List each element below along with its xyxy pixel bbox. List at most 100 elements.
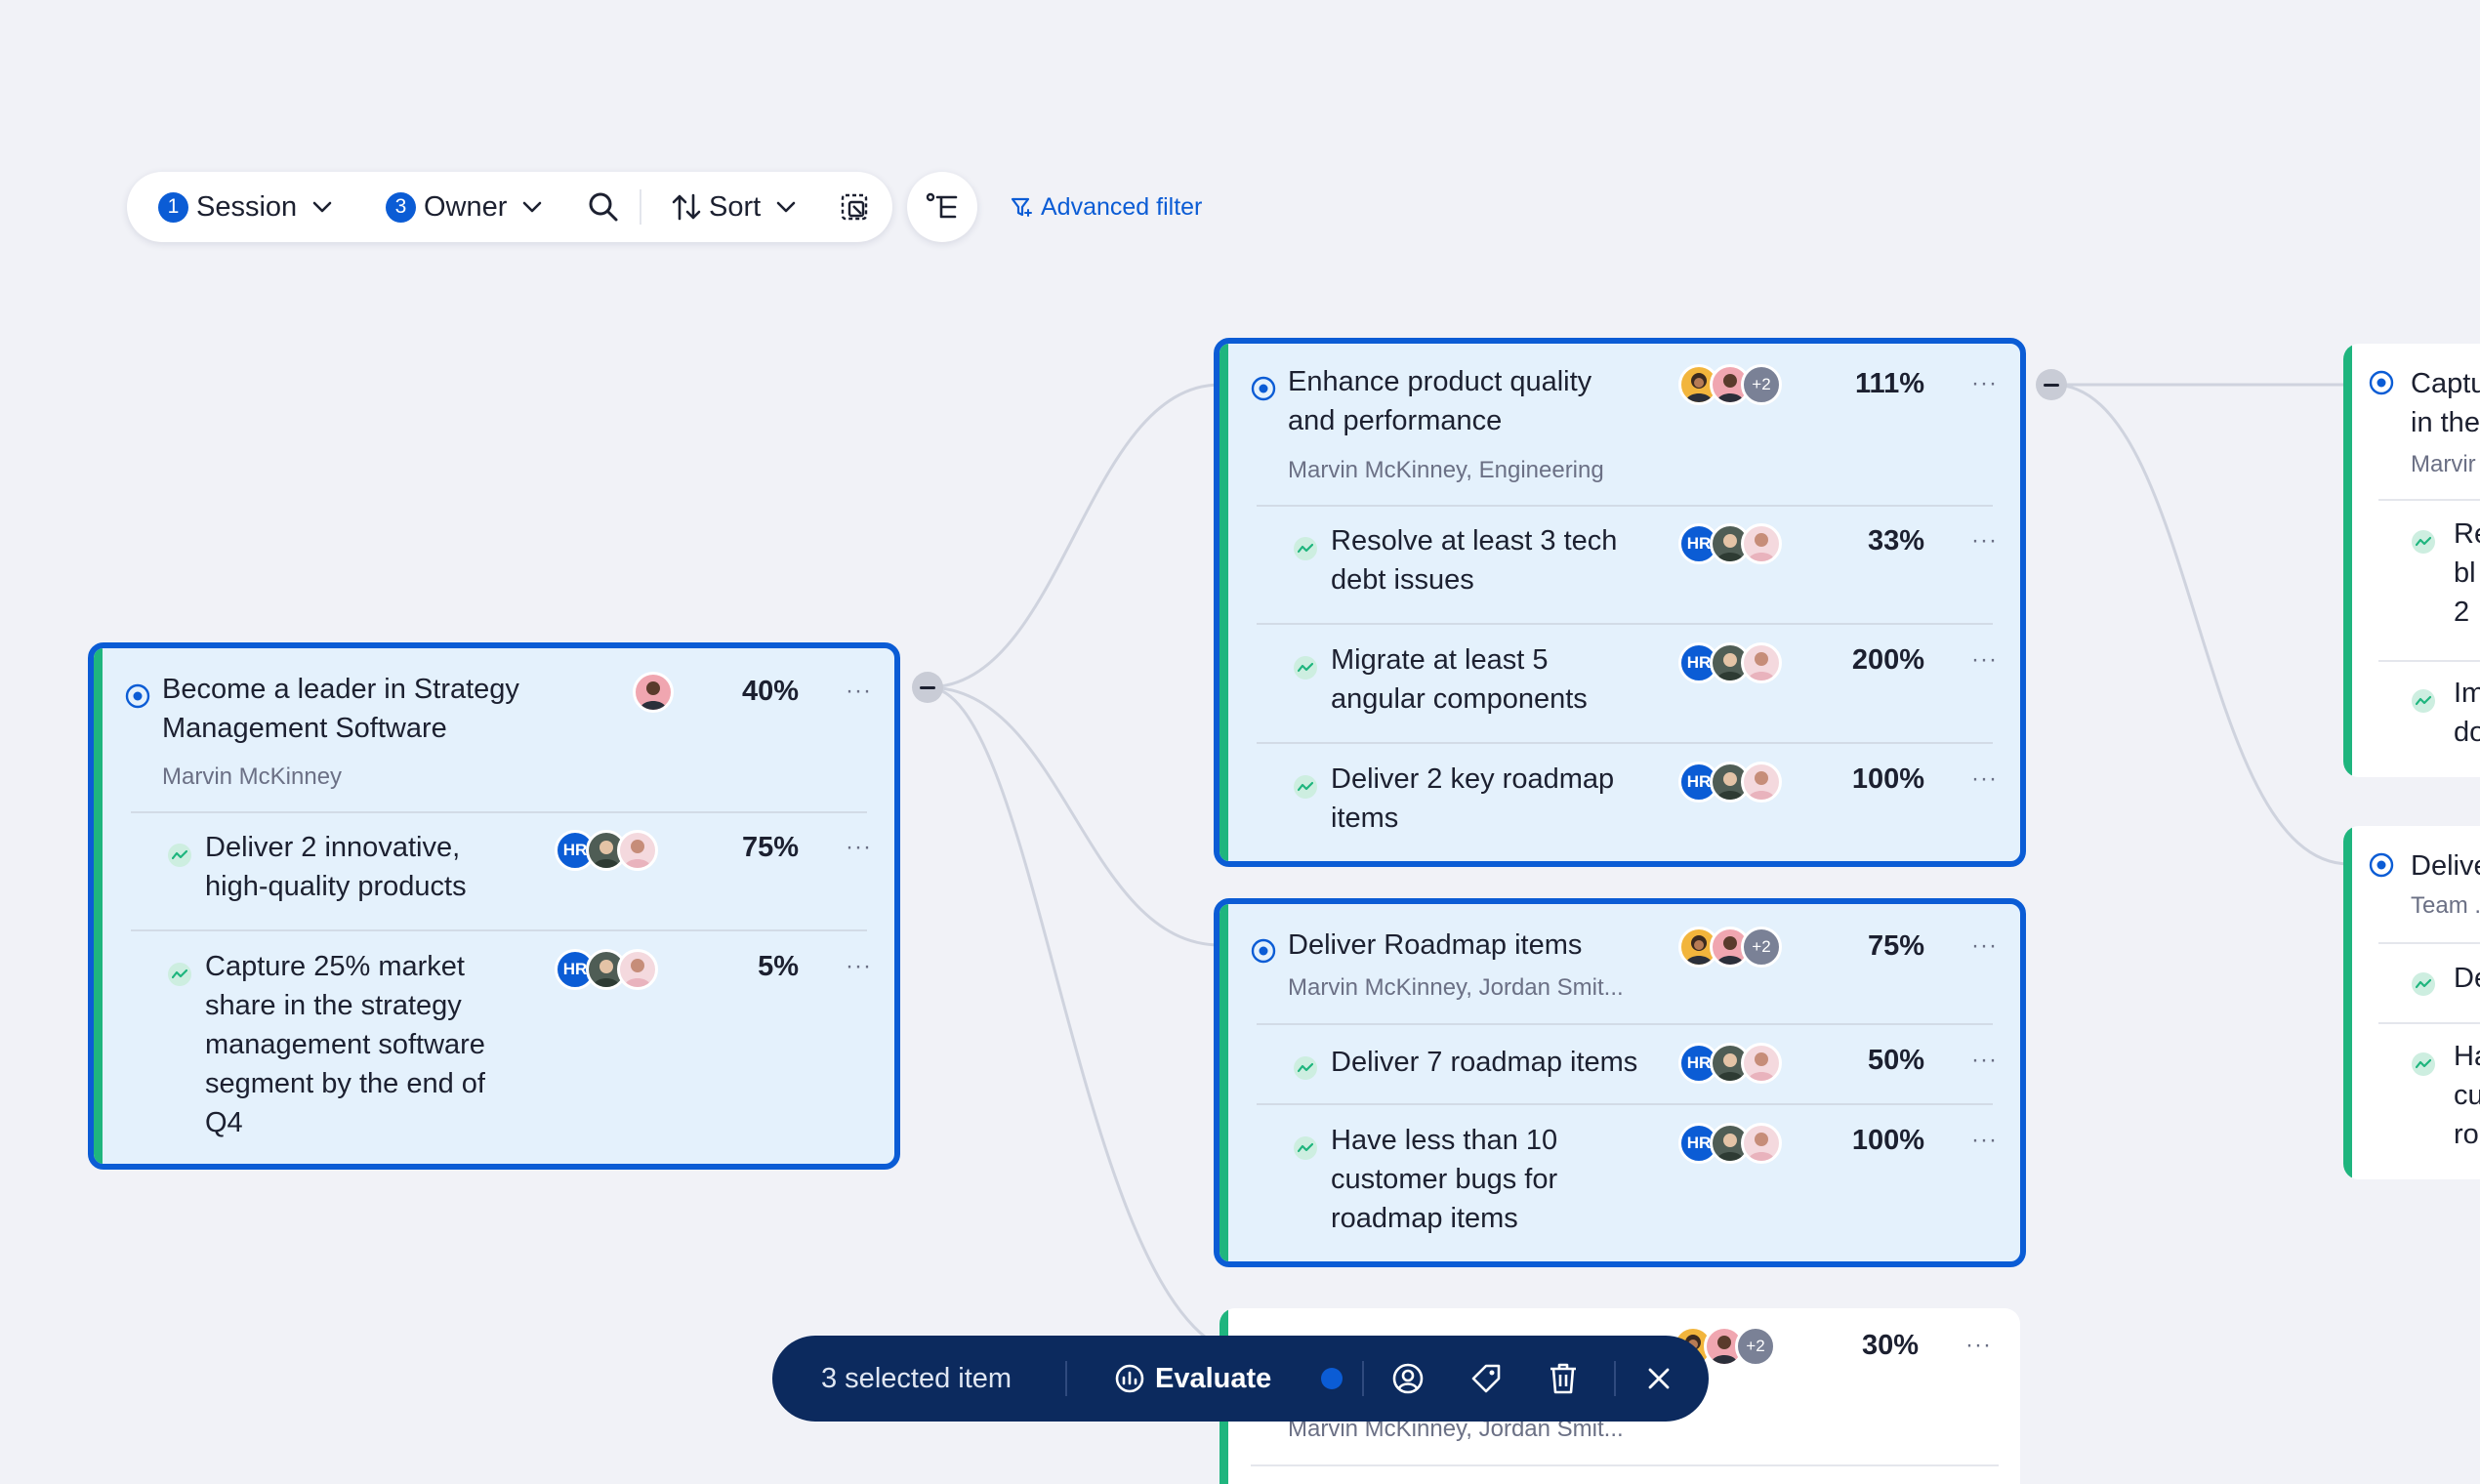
- tag-icon: [1471, 1364, 1501, 1393]
- key-result-progress: 200%: [1851, 644, 1924, 676]
- key-result-trend-icon: [2412, 530, 2435, 554]
- bar-divider: [1065, 1361, 1067, 1396]
- key-result-avatars: HR: [1678, 523, 1782, 564]
- objective-target-icon: [1251, 938, 1276, 964]
- objective-progress: 75%: [1867, 930, 1924, 962]
- more-options-button[interactable]: ···: [846, 834, 872, 861]
- objective-target-icon: [1251, 376, 1276, 401]
- key-result-title: Migrate at least 5 angular components: [1331, 644, 1588, 715]
- more-options-button[interactable]: ···: [1971, 370, 1998, 397]
- session-count-badge: 1: [158, 191, 188, 223]
- divider: [1257, 623, 1993, 625]
- objective-card-quality[interactable]: Enhance product quality and performance …: [1214, 338, 2026, 867]
- divider: [131, 811, 867, 813]
- key-result-trend-icon: [2412, 1052, 2435, 1076]
- divider: [1257, 1103, 1993, 1105]
- owner-filter-label: Owner: [424, 190, 508, 223]
- sort-label: Sort: [709, 190, 762, 223]
- objective-target-icon: [2369, 852, 2394, 878]
- objective-progress: 111%: [1855, 368, 1924, 399]
- clear-selection-button[interactable]: [1647, 1336, 1671, 1422]
- session-filter[interactable]: 1 Session: [158, 172, 332, 242]
- divider: [2378, 499, 2480, 501]
- view-options-button[interactable]: [840, 172, 869, 242]
- selection-action-bar: 3 selected item Evaluate: [772, 1336, 1709, 1422]
- key-result-title: Capture 25% market share in the strategy…: [205, 951, 485, 1138]
- advanced-filter-link[interactable]: Advanced filter: [1010, 189, 1202, 225]
- chevron-down-icon: [776, 201, 796, 213]
- objective-title: Delive: [2411, 850, 2480, 882]
- key-result-trend-icon: [168, 844, 191, 867]
- key-result-title: De: [2454, 963, 2480, 994]
- tree-view-button[interactable]: [907, 172, 977, 242]
- objective-owner: Team .: [2411, 892, 2480, 919]
- avatar: [1741, 1043, 1782, 1084]
- avatar: [617, 830, 658, 871]
- more-options-button[interactable]: ···: [1971, 646, 1998, 674]
- key-result-avatars: HR: [1678, 1043, 1782, 1084]
- collapse-children-button[interactable]: [2036, 369, 2067, 400]
- collapse-children-button[interactable]: [912, 672, 943, 703]
- avatar: [617, 949, 658, 990]
- user-circle-icon: [1392, 1363, 1424, 1394]
- card-accent-bar: [1219, 904, 1228, 1261]
- advanced-filter-label: Advanced filter: [1041, 192, 1203, 221]
- objective-owner: Marvir: [2411, 451, 2476, 477]
- objective-card-roadmap[interactable]: Deliver Roadmap items Marvin McKinney, J…: [1214, 898, 2026, 1267]
- key-result-progress: 33%: [1867, 525, 1924, 556]
- more-options-button[interactable]: ···: [1971, 765, 1998, 793]
- selected-count-text: 3 selected item: [821, 1362, 1013, 1394]
- filter-toolbar: 1 Session 3 Owner Sort: [127, 172, 892, 242]
- chevron-down-icon: [523, 201, 542, 213]
- more-owners-badge: +2: [1741, 364, 1782, 405]
- key-result-title: Have less than 10 customer bugs for road…: [1331, 1125, 1558, 1234]
- key-result-avatars: HR: [1678, 642, 1782, 683]
- card-accent-bar: [2343, 826, 2352, 1179]
- objective-card-right-bottom[interactable]: Delive Team . De Ha cu ro: [2343, 826, 2480, 1179]
- owner-filter[interactable]: 3 Owner: [386, 172, 542, 242]
- chevron-down-icon: [312, 201, 332, 213]
- objective-progress: 30%: [1861, 1330, 1919, 1361]
- search-button[interactable]: [588, 172, 619, 242]
- owner-avatars: +2: [1678, 927, 1782, 968]
- key-result-title: Resolve at least 3 tech debt issues: [1331, 525, 1618, 596]
- more-options-button[interactable]: ···: [846, 953, 872, 980]
- more-options-button[interactable]: ···: [1971, 527, 1998, 555]
- avatar: [1741, 762, 1782, 803]
- key-result-progress: 75%: [741, 832, 799, 863]
- more-options-button[interactable]: ···: [1965, 1332, 1992, 1359]
- trash-icon: [1550, 1363, 1576, 1394]
- more-options-button[interactable]: ···: [846, 678, 872, 705]
- bar-divider: [1614, 1361, 1616, 1396]
- evaluate-button[interactable]: Evaluate: [1114, 1336, 1271, 1422]
- more-options-button[interactable]: ···: [1971, 1127, 1998, 1154]
- divider: [131, 929, 867, 931]
- more-options-button[interactable]: ···: [1971, 932, 1998, 960]
- key-result-avatars: HR: [1678, 1123, 1782, 1164]
- key-result-title: Ha cu ro: [2454, 1041, 2480, 1150]
- key-result-trend-icon: [2412, 689, 2435, 713]
- owner-avatars: +2: [1678, 364, 1782, 405]
- evaluate-label: Evaluate: [1155, 1362, 1272, 1394]
- key-result-trend-icon: [1294, 1136, 1317, 1160]
- more-options-button[interactable]: ···: [1971, 1047, 1998, 1074]
- evaluate-gauge-icon: [1115, 1364, 1144, 1393]
- delete-button[interactable]: [1548, 1336, 1579, 1422]
- objective-title: Become a leader in Strategy Management S…: [162, 674, 519, 744]
- tag-button[interactable]: [1469, 1336, 1503, 1422]
- key-result-trend-icon: [1294, 656, 1317, 680]
- objective-target-icon: [2369, 370, 2394, 395]
- avatar: [1741, 1123, 1782, 1164]
- objective-owner: Marvin McKinney, Jordan Smit...: [1288, 974, 1624, 1001]
- objective-card-leader[interactable]: Become a leader in Strategy Management S…: [88, 642, 900, 1170]
- divider: [1257, 742, 1993, 744]
- key-result-progress: 5%: [758, 951, 799, 982]
- key-result-title: Deliver 2 innovative, high-quality produ…: [205, 832, 467, 902]
- status-indicator-dot: [1321, 1336, 1343, 1422]
- key-result-trend-icon: [1294, 537, 1317, 560]
- assign-owner-button[interactable]: [1391, 1336, 1425, 1422]
- search-icon: [589, 192, 618, 222]
- card-accent-bar: [2343, 344, 2352, 777]
- sort-button[interactable]: Sort: [672, 172, 796, 242]
- objective-card-right-top[interactable]: Captu in the Marvir Re bl 2 Im do: [2343, 344, 2480, 777]
